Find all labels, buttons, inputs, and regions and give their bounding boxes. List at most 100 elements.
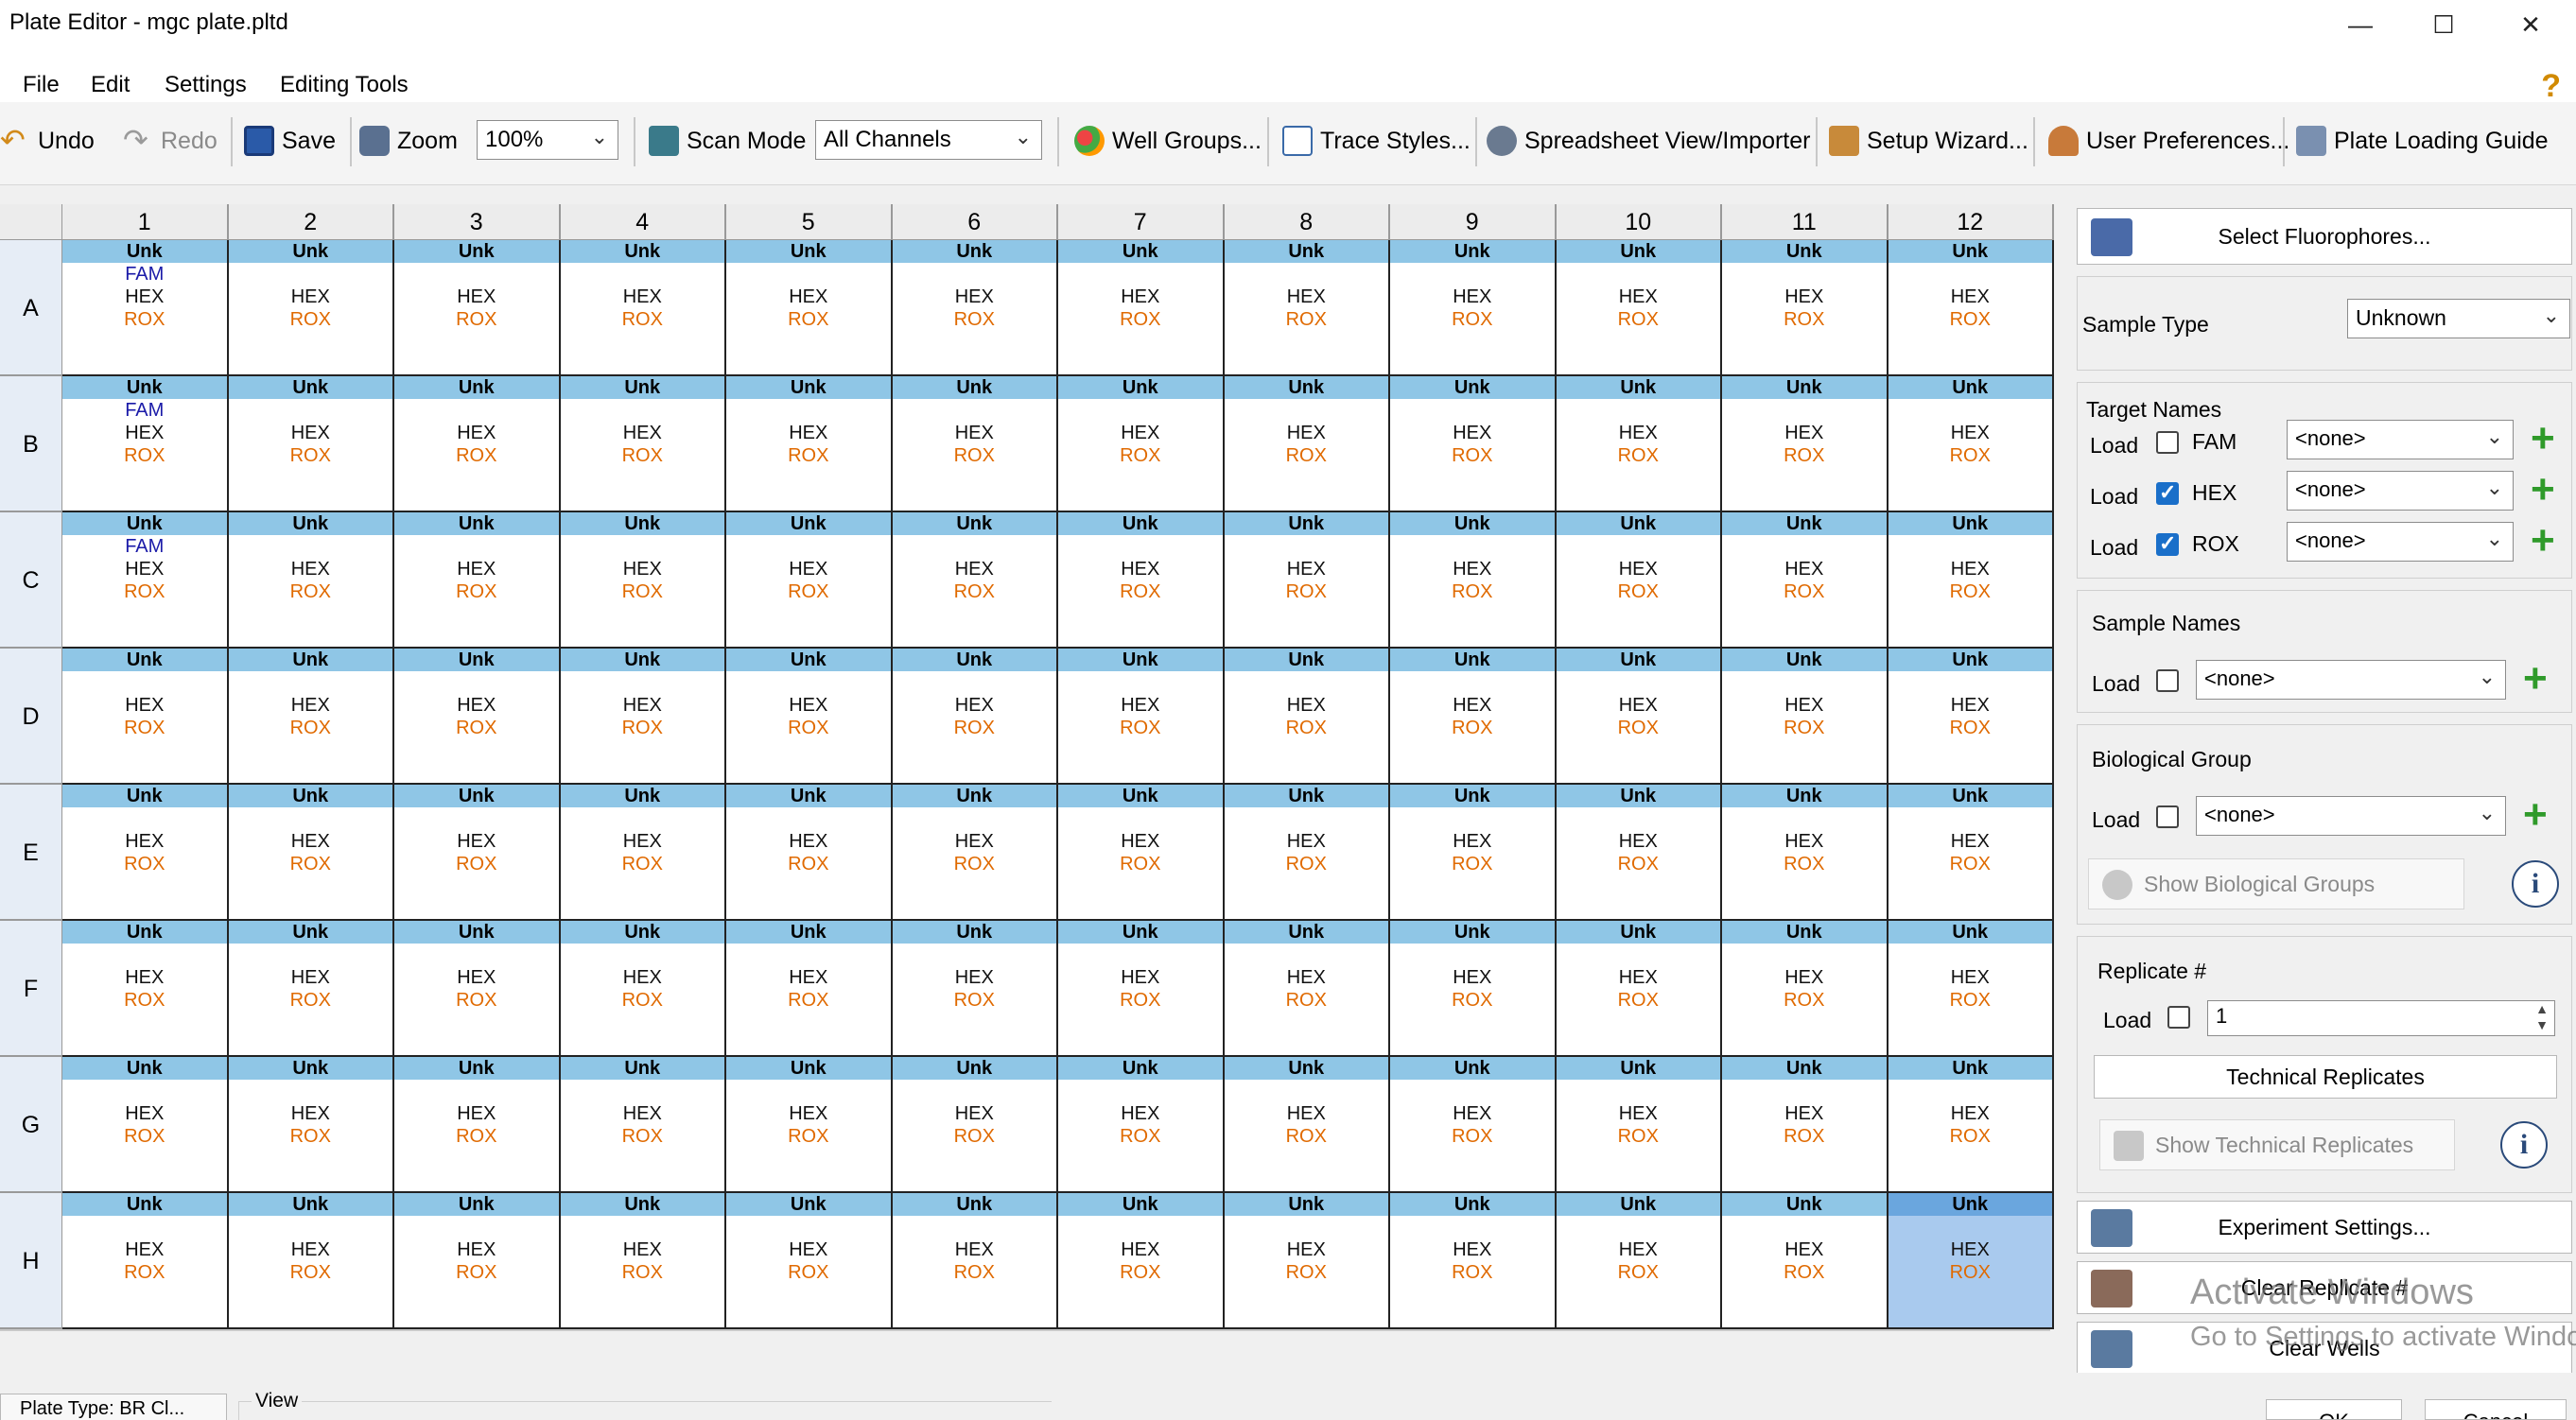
target-fam-select[interactable]: <none> ⌄ (2287, 420, 2514, 459)
well-A4[interactable]: Unk HEX ROX (560, 240, 726, 376)
well-F5[interactable]: Unk HEX ROX (726, 921, 893, 1057)
well-G6[interactable]: Unk HEX ROX (892, 1057, 1058, 1193)
well-C6[interactable]: Unk HEX ROX (892, 512, 1058, 649)
well-C1[interactable]: Unk FAM HEX ROX (62, 512, 229, 649)
undo-button[interactable]: ↶ Undo (0, 113, 95, 168)
well-E11[interactable]: Unk HEX ROX (1722, 785, 1888, 921)
well-F1[interactable]: Unk HEX ROX (62, 921, 229, 1057)
well-C8[interactable]: Unk HEX ROX (1224, 512, 1390, 649)
well-H5[interactable]: Unk HEX ROX (726, 1193, 893, 1329)
menu-edit[interactable]: Edit (91, 72, 130, 98)
well-A6[interactable]: Unk HEX ROX (892, 240, 1058, 376)
column-header-10[interactable]: 10 (1556, 204, 1722, 240)
well-A3[interactable]: Unk HEX ROX (394, 240, 561, 376)
column-header-4[interactable]: 4 (560, 204, 726, 240)
well-B8[interactable]: Unk HEX ROX (1224, 376, 1390, 512)
well-D2[interactable]: Unk HEX ROX (228, 649, 394, 785)
well-E2[interactable]: Unk HEX ROX (228, 785, 394, 921)
well-C2[interactable]: Unk HEX ROX (228, 512, 394, 649)
well-H7[interactable]: Unk HEX ROX (1058, 1193, 1225, 1329)
column-header-8[interactable]: 8 (1224, 204, 1390, 240)
well-G9[interactable]: Unk HEX ROX (1390, 1057, 1557, 1193)
well-B5[interactable]: Unk HEX ROX (726, 376, 893, 512)
replicate-input[interactable]: 1 ▲ ▼ (2207, 1000, 2555, 1036)
well-D9[interactable]: Unk HEX ROX (1390, 649, 1557, 785)
well-C12[interactable]: Unk HEX ROX (1888, 512, 2054, 649)
well-A11[interactable]: Unk HEX ROX (1722, 240, 1888, 376)
add-target-fam-icon[interactable]: + (2531, 418, 2555, 459)
well-H11[interactable]: Unk HEX ROX (1722, 1193, 1888, 1329)
well-G11[interactable]: Unk HEX ROX (1722, 1057, 1888, 1193)
column-header-12[interactable]: 12 (1888, 204, 2054, 240)
well-D5[interactable]: Unk HEX ROX (726, 649, 893, 785)
row-header-D[interactable]: D (0, 649, 62, 785)
well-F8[interactable]: Unk HEX ROX (1224, 921, 1390, 1057)
minimize-button[interactable]: — (2326, 4, 2394, 45)
target-fam-checkbox[interactable] (2156, 431, 2179, 454)
well-B11[interactable]: Unk HEX ROX (1722, 376, 1888, 512)
menu-settings[interactable]: Settings (165, 72, 247, 98)
well-G7[interactable]: Unk HEX ROX (1058, 1057, 1225, 1193)
column-header-3[interactable]: 3 (394, 204, 561, 240)
well-A1[interactable]: Unk FAM HEX ROX (62, 240, 229, 376)
well-C5[interactable]: Unk HEX ROX (726, 512, 893, 649)
well-G8[interactable]: Unk HEX ROX (1224, 1057, 1390, 1193)
well-groups-button[interactable]: Well Groups... (1074, 113, 1262, 168)
menu-editing-tools[interactable]: Editing Tools (280, 72, 409, 98)
well-D11[interactable]: Unk HEX ROX (1722, 649, 1888, 785)
row-header-B[interactable]: B (0, 376, 62, 512)
well-H10[interactable]: Unk HEX ROX (1556, 1193, 1722, 1329)
well-G3[interactable]: Unk HEX ROX (394, 1057, 561, 1193)
plate-loading-guide-button[interactable]: Plate Loading Guide (2296, 113, 2549, 168)
save-button[interactable]: Save (244, 113, 336, 168)
sample-type-select[interactable]: Unknown ⌄ (2347, 299, 2570, 338)
target-rox-checkbox[interactable] (2156, 531, 2179, 556)
well-E9[interactable]: Unk HEX ROX (1390, 785, 1557, 921)
well-A8[interactable]: Unk HEX ROX (1224, 240, 1390, 376)
well-G2[interactable]: Unk HEX ROX (228, 1057, 394, 1193)
target-hex-checkbox[interactable] (2156, 480, 2179, 505)
well-B10[interactable]: Unk HEX ROX (1556, 376, 1722, 512)
well-F12[interactable]: Unk HEX ROX (1888, 921, 2054, 1057)
well-F11[interactable]: Unk HEX ROX (1722, 921, 1888, 1057)
well-B2[interactable]: Unk HEX ROX (228, 376, 394, 512)
well-A2[interactable]: Unk HEX ROX (228, 240, 394, 376)
well-C7[interactable]: Unk HEX ROX (1058, 512, 1225, 649)
well-H6[interactable]: Unk HEX ROX (892, 1193, 1058, 1329)
well-E6[interactable]: Unk HEX ROX (892, 785, 1058, 921)
well-D12[interactable]: Unk HEX ROX (1888, 649, 2054, 785)
add-sample-name-icon[interactable]: + (2523, 658, 2548, 700)
well-D10[interactable]: Unk HEX ROX (1556, 649, 1722, 785)
replicate-info-icon[interactable]: i (2500, 1121, 2548, 1169)
well-A7[interactable]: Unk HEX ROX (1058, 240, 1225, 376)
well-B3[interactable]: Unk HEX ROX (394, 376, 561, 512)
well-H12[interactable]: Unk HEX ROX (1888, 1193, 2054, 1329)
well-D3[interactable]: Unk HEX ROX (394, 649, 561, 785)
zoom-select[interactable]: 100% ⌄ (477, 120, 618, 160)
well-E8[interactable]: Unk HEX ROX (1224, 785, 1390, 921)
well-D1[interactable]: Unk HEX ROX (62, 649, 229, 785)
row-header-H[interactable]: H (0, 1193, 62, 1329)
well-A9[interactable]: Unk HEX ROX (1390, 240, 1557, 376)
well-G1[interactable]: Unk HEX ROX (62, 1057, 229, 1193)
column-header-9[interactable]: 9 (1390, 204, 1557, 240)
select-fluorophores-button[interactable]: Select Fluorophores... (2077, 208, 2572, 265)
grid-corner[interactable] (0, 204, 62, 240)
show-technical-replicates-button[interactable]: Show Technical Replicates (2099, 1119, 2455, 1170)
close-button[interactable]: ✕ (2497, 4, 2565, 45)
bio-group-info-icon[interactable]: i (2512, 860, 2559, 908)
bio-group-select[interactable]: <none> ⌄ (2196, 796, 2506, 836)
well-C3[interactable]: Unk HEX ROX (394, 512, 561, 649)
target-hex-select[interactable]: <none> ⌄ (2287, 471, 2514, 511)
spinner-icon[interactable]: ▲ ▼ (2535, 1001, 2549, 1033)
column-header-5[interactable]: 5 (726, 204, 893, 240)
well-H2[interactable]: Unk HEX ROX (228, 1193, 394, 1329)
experiment-settings-button[interactable]: Experiment Settings... (2077, 1201, 2572, 1254)
column-header-1[interactable]: 1 (62, 204, 229, 240)
ok-button[interactable]: OK (2266, 1399, 2402, 1420)
well-C11[interactable]: Unk HEX ROX (1722, 512, 1888, 649)
plate-type-tab[interactable]: Plate Type: BR Cl... (0, 1394, 227, 1420)
add-target-rox-icon[interactable]: + (2531, 520, 2555, 562)
zoom-button[interactable]: Zoom (359, 113, 458, 168)
column-header-6[interactable]: 6 (892, 204, 1058, 240)
